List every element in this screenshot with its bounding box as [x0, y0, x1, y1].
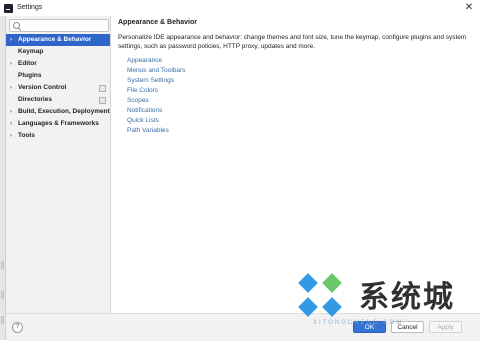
sidebar-item-version-control[interactable]: › Version Control — [6, 82, 110, 94]
link-path-variables[interactable]: Path Variables — [127, 126, 185, 136]
sidebar-item-label: Directories — [18, 96, 52, 103]
link-menus-and-toolbars[interactable]: Menus and Toolbars — [127, 66, 185, 76]
project-scope-icon — [99, 85, 106, 92]
sidebar-item-keymap[interactable]: Keymap — [6, 46, 110, 58]
sidebar-item-label: Tools — [18, 132, 35, 139]
sidebar-item-editor[interactable]: › Editor — [6, 58, 110, 70]
settings-tree: › Appearance & Behavior Keymap › Editor … — [6, 34, 110, 142]
search-box[interactable] — [9, 19, 109, 32]
title-bar: Settings ✕ — [0, 0, 480, 16]
link-file-colors[interactable]: File Colors — [127, 86, 185, 96]
sidebar-item-label: Appearance & Behavior — [18, 36, 92, 43]
sidebar-item-label: Keymap — [18, 48, 44, 55]
sidebar-item-label: Languages & Frameworks — [18, 120, 99, 127]
close-icon[interactable]: ✕ — [458, 0, 480, 16]
tool-strip-tab[interactable] — [1, 316, 4, 324]
settings-window: Settings ✕ › Appearance & Behavior Keyma… — [0, 0, 480, 341]
sidebar-item-languages-frameworks[interactable]: › Languages & Frameworks — [6, 118, 110, 130]
link-quick-lists[interactable]: Quick Lists — [127, 116, 185, 126]
sidebar-item-appearance-behavior[interactable]: › Appearance & Behavior — [6, 34, 110, 46]
sidebar-item-label: Plugins — [18, 72, 42, 79]
help-icon[interactable]: ? — [12, 322, 23, 333]
tool-strip-tab[interactable] — [1, 291, 4, 299]
watermark-url: XITONGCHENG.COM — [313, 320, 404, 326]
link-appearance[interactable]: Appearance — [127, 56, 185, 66]
watermark-text: 系统城 — [359, 280, 455, 315]
search-icon — [13, 22, 20, 29]
sidebar-item-tools[interactable]: › Tools — [6, 130, 110, 142]
chevron-right-icon[interactable]: › — [10, 106, 12, 118]
sidebar-item-label: Editor — [18, 60, 37, 67]
link-scopes[interactable]: Scopes — [127, 96, 185, 106]
sidebar-item-plugins[interactable]: Plugins — [6, 70, 110, 82]
chevron-right-icon[interactable]: › — [10, 34, 12, 46]
project-scope-icon — [99, 97, 106, 104]
settings-sidebar: › Appearance & Behavior Keymap › Editor … — [6, 16, 111, 313]
sidebar-item-label: Build, Execution, Deployment — [18, 108, 110, 115]
subsection-links: Appearance Menus and Toolbars System Set… — [127, 56, 185, 136]
sidebar-item-directories[interactable]: Directories — [6, 94, 110, 106]
window-title: Settings — [17, 4, 43, 11]
chevron-right-icon[interactable]: › — [10, 130, 12, 142]
link-system-settings[interactable]: System Settings — [127, 76, 185, 86]
search-input[interactable] — [24, 21, 104, 30]
tool-strip-tab[interactable] — [1, 261, 4, 269]
chevron-right-icon[interactable]: › — [10, 82, 12, 94]
section-description: Personalize IDE appearance and behavior:… — [118, 34, 467, 50]
watermark: 系统城 XITONGCHENG.COM — [289, 264, 479, 336]
app-icon — [4, 4, 13, 13]
sidebar-item-build-execution-deployment[interactable]: › Build, Execution, Deployment — [6, 106, 110, 118]
page-title: Appearance & Behavior — [118, 19, 197, 26]
chevron-right-icon[interactable]: › — [10, 118, 12, 130]
link-notifications[interactable]: Notifications — [127, 106, 185, 116]
chevron-right-icon[interactable]: › — [10, 58, 12, 70]
sidebar-item-label: Version Control — [18, 84, 67, 91]
watermark-logo-icon — [298, 273, 342, 317]
